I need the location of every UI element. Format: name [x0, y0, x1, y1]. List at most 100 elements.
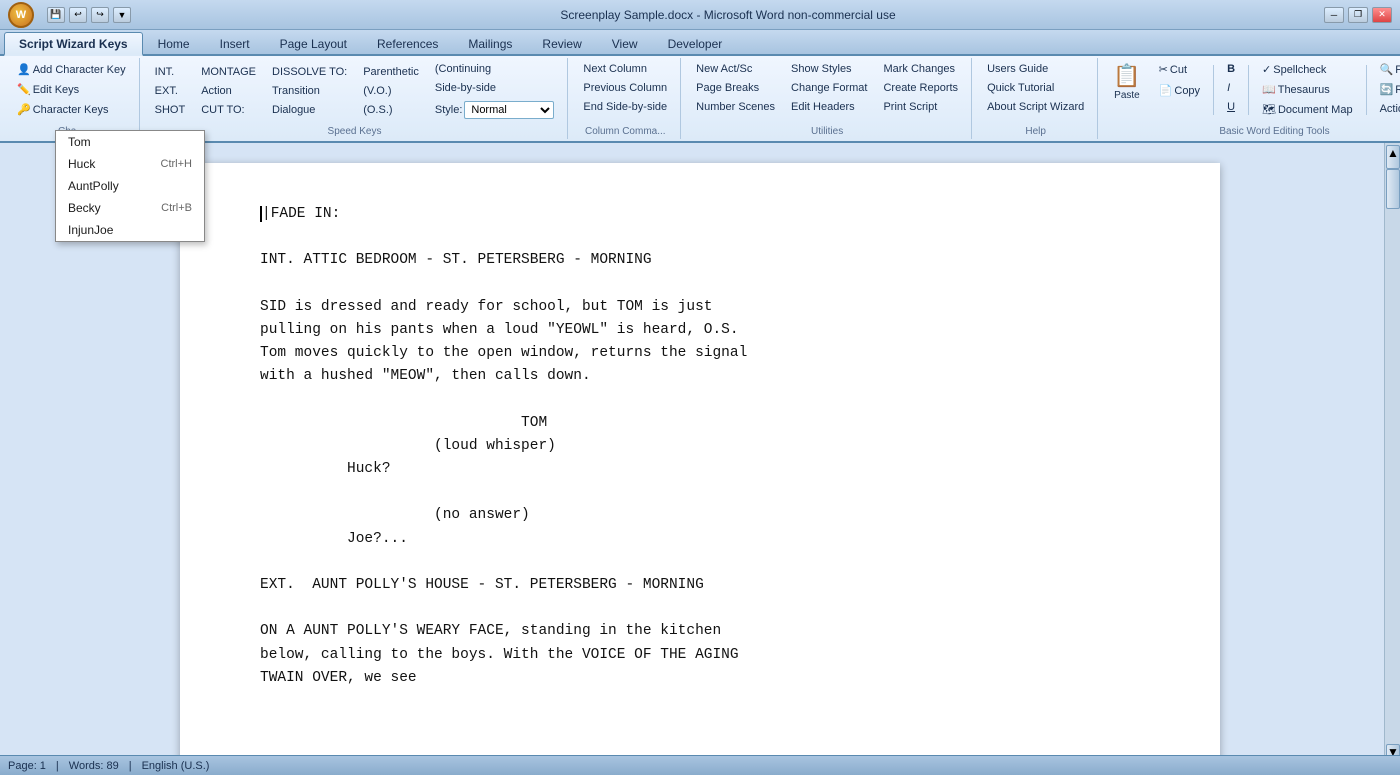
transition-button[interactable]: Transition [265, 82, 354, 100]
tab-view[interactable]: View [597, 32, 653, 54]
undo-button[interactable]: ↩ [69, 7, 87, 23]
action-edit-button[interactable]: Action [1373, 100, 1400, 118]
italic-button[interactable]: I [1220, 79, 1242, 97]
dropdown-item-injunjoe[interactable]: InjunJoe [56, 219, 204, 241]
page-breaks-button[interactable]: Page Breaks [689, 79, 782, 97]
scrollbar-up-button[interactable]: ▲ [1386, 145, 1400, 169]
save-button[interactable]: 💾 [47, 7, 65, 23]
shot-label: SHOT [155, 104, 186, 116]
scene-col2: MONTAGE Action CUT TO: [194, 63, 263, 119]
prev-column-label: Previous Column [583, 82, 667, 94]
edit-keys-button[interactable]: ✏️ Edit Keys [10, 80, 133, 99]
tab-script-wizard-keys[interactable]: Script Wizard Keys [4, 32, 143, 56]
status-words: Words: 89 [69, 760, 119, 772]
util-col3: Mark Changes Create Reports Print Script [876, 60, 965, 116]
change-format-button[interactable]: Change Format [784, 79, 874, 97]
group-editing-tools: 📋 Paste ✂ Cut 📄 Copy B I U [1100, 58, 1400, 139]
cut-to-label: CUT TO: [201, 104, 244, 116]
mark-changes-button[interactable]: Mark Changes [876, 60, 965, 78]
utilities-group-label: Utilities [811, 124, 843, 137]
title-bar: W 💾 ↩ ↪ ▼ Screenplay Sample.docx - Micro… [0, 0, 1400, 30]
redo-button[interactable]: ↪ [91, 7, 109, 23]
review-col: ✓ Spellcheck 📖 Thesaurus 🗺 Document Map [1255, 60, 1360, 119]
character-keys-label: Character Keys [33, 104, 109, 116]
title-bar-left: W 💾 ↩ ↪ ▼ [8, 2, 132, 28]
close-button[interactable]: ✕ [1372, 7, 1392, 23]
restore-button[interactable]: ❐ [1348, 7, 1368, 23]
next-column-label: Next Column [583, 63, 647, 75]
tab-home[interactable]: Home [143, 32, 205, 54]
parenthetic-button[interactable]: Parenthetic [356, 63, 426, 81]
copy-button[interactable]: 📄 Copy [1152, 81, 1207, 100]
underline-button[interactable]: U [1220, 98, 1242, 116]
continuing-label: (Continuing [435, 63, 491, 75]
scene-col4: Parenthetic (V.O.) (O.S.) [356, 63, 426, 119]
office-button[interactable]: W [8, 2, 34, 28]
action-button[interactable]: Action [194, 82, 263, 100]
show-styles-button[interactable]: Show Styles [784, 60, 874, 78]
dissolve-to-button[interactable]: DISSOLVE TO: [265, 63, 354, 81]
users-guide-label: Users Guide [987, 63, 1048, 75]
paste-button[interactable]: 📋 Paste [1106, 60, 1147, 104]
find-button[interactable]: 🔍 Find [1373, 60, 1400, 79]
about-script-wizard-button[interactable]: About Script Wizard [980, 98, 1091, 116]
separator1 [1213, 65, 1214, 115]
minimize-button[interactable]: ─ [1324, 7, 1344, 23]
about-script-wizard-label: About Script Wizard [987, 101, 1084, 113]
tab-mailings[interactable]: Mailings [453, 32, 527, 54]
tab-review[interactable]: Review [527, 32, 596, 54]
replace-label: Replace [1395, 84, 1400, 96]
cut-button[interactable]: ✂ Cut [1152, 60, 1207, 79]
dropdown-item-auntpolly[interactable]: AuntPolly [56, 175, 204, 197]
dropdown-item-becky[interactable]: Becky Ctrl+B [56, 197, 204, 219]
editing-tools-row: 📋 Paste ✂ Cut 📄 Copy B I U [1106, 60, 1400, 119]
print-script-button[interactable]: Print Script [876, 98, 965, 116]
int-button[interactable]: INT. [148, 63, 193, 81]
cut-to-button[interactable]: CUT TO: [194, 101, 263, 119]
dropdown-tom-label: Tom [68, 135, 91, 149]
users-guide-button[interactable]: Users Guide [980, 60, 1091, 78]
editing-tools-group-label: Basic Word Editing Tools [1219, 124, 1329, 137]
group-character-keys: 👤 Add Character Key ✏️ Edit Keys 🔑 Chara… [4, 58, 140, 139]
ext-button[interactable]: EXT. [148, 82, 193, 100]
number-scenes-label: Number Scenes [696, 101, 775, 113]
spellcheck-button[interactable]: ✓ Spellcheck [1255, 60, 1360, 79]
help-col: Users Guide Quick Tutorial About Script … [980, 60, 1091, 116]
dropdown-becky-shortcut: Ctrl+B [161, 202, 192, 214]
montage-button[interactable]: MONTAGE [194, 63, 263, 81]
side-by-side-button[interactable]: Side-by-side [428, 79, 562, 97]
prev-column-button[interactable]: Previous Column [576, 79, 674, 97]
style-label: Style: [435, 104, 463, 116]
quick-tutorial-button[interactable]: Quick Tutorial [980, 79, 1091, 97]
style-select[interactable]: Normal Action Dialogue Character [464, 101, 554, 119]
dialogue-button[interactable]: Dialogue [265, 101, 354, 119]
customize-button[interactable]: ▼ [113, 7, 131, 23]
create-reports-button[interactable]: Create Reports [876, 79, 965, 97]
end-side-by-side-button[interactable]: End Side-by-side [576, 98, 674, 116]
vertical-scrollbar[interactable]: ▲ ▼ [1384, 143, 1400, 770]
document-page[interactable]: |FADE IN: INT. ATTIC BEDROOM - ST. PETER… [180, 163, 1220, 770]
number-scenes-button[interactable]: Number Scenes [689, 98, 782, 116]
next-column-button[interactable]: Next Column [576, 60, 674, 78]
new-act-button[interactable]: New Act/Sc [689, 60, 782, 78]
document-area: |FADE IN: INT. ATTIC BEDROOM - ST. PETER… [0, 143, 1400, 770]
vo-button[interactable]: (V.O.) [356, 82, 426, 100]
tab-developer[interactable]: Developer [653, 32, 738, 54]
replace-button[interactable]: 🔄 Replace [1373, 80, 1400, 99]
os-button[interactable]: (O.S.) [356, 101, 426, 119]
tab-page-layout[interactable]: Page Layout [265, 32, 362, 54]
document-map-button[interactable]: 🗺 Document Map [1255, 100, 1360, 119]
thesaurus-button[interactable]: 📖 Thesaurus [1255, 80, 1360, 99]
bold-button[interactable]: B [1220, 60, 1242, 78]
tab-insert[interactable]: Insert [205, 32, 265, 54]
character-keys-button[interactable]: 🔑 Character Keys [10, 100, 133, 119]
add-character-key-button[interactable]: 👤 Add Character Key [10, 60, 133, 79]
continuing-button[interactable]: (Continuing [428, 60, 562, 78]
dropdown-item-tom[interactable]: Tom [56, 131, 204, 153]
tab-references[interactable]: References [362, 32, 453, 54]
scrollbar-thumb[interactable] [1386, 169, 1400, 209]
shot-button[interactable]: SHOT [148, 101, 193, 119]
edit-headers-button[interactable]: Edit Headers [784, 98, 874, 116]
dropdown-item-huck[interactable]: Huck Ctrl+H [56, 153, 204, 175]
find-col: 🔍 Find 🔄 Replace Action [1373, 60, 1400, 118]
